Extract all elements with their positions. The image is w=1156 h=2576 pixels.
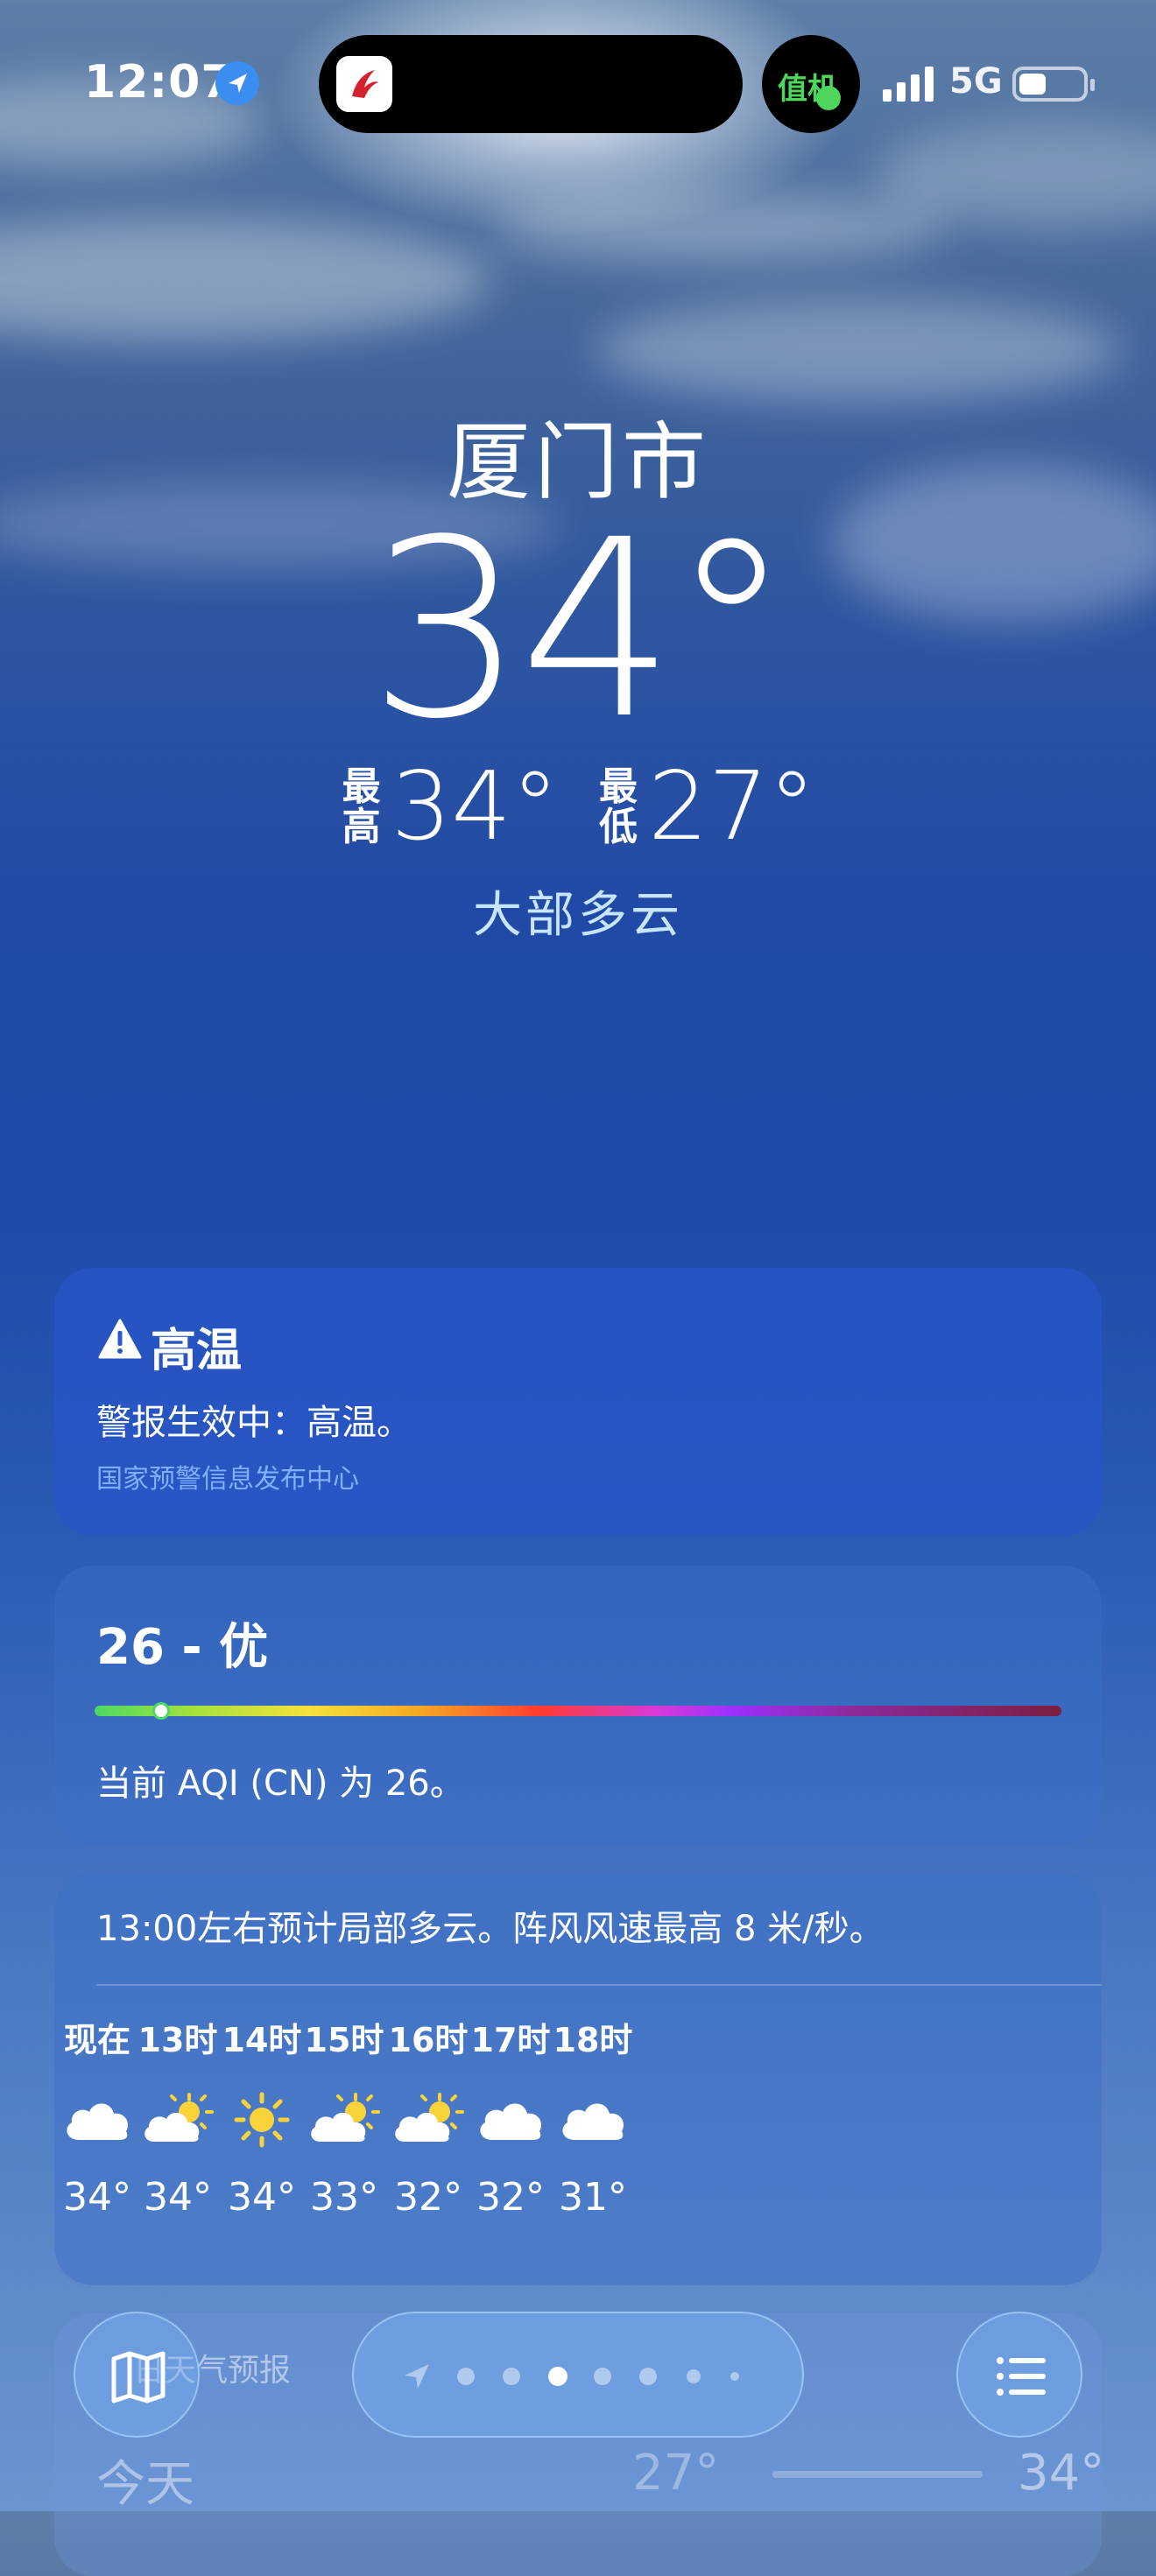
page-dot[interactable]	[594, 2368, 611, 2385]
high-temp-label: 最高	[342, 764, 381, 849]
aqi-value: 26 - 优	[96, 1619, 269, 1676]
alert-source-link[interactable]: 国家预警信息发布中心	[96, 1457, 359, 1496]
battery-icon	[1012, 67, 1095, 102]
page-dot-active[interactable]	[548, 2367, 567, 2386]
status-time: 12:07	[84, 56, 234, 109]
map-icon	[111, 2351, 166, 2404]
page-dot[interactable]	[730, 2372, 739, 2381]
city-list-button[interactable]	[956, 2312, 1082, 2438]
cellular-signal-icon	[883, 67, 934, 102]
low-temp-value: 27°	[648, 752, 816, 862]
aqi-description: 当前 AQI (CN) 为 26。	[96, 1763, 465, 1804]
hour-column: 18时 31°	[527, 2014, 659, 2224]
page-dot[interactable]	[503, 2368, 520, 2385]
hourly-divider	[96, 1984, 1102, 1986]
low-temp-group: 最低 27°	[597, 760, 815, 855]
warning-triangle-icon	[98, 1319, 142, 1359]
daily-today-high: 34°	[1018, 2445, 1105, 2502]
hourly-summary: 13:00左右预计局部多云。阵风风速最高 8 米/秒。	[96, 1909, 885, 1949]
network-type: 5G	[949, 61, 1003, 102]
page-dot[interactable]	[457, 2368, 475, 2385]
daily-today-label: 今天	[96, 2456, 194, 2513]
cloud-icon	[527, 2066, 659, 2171]
current-temperature: 34°	[368, 488, 793, 773]
page-dot[interactable]	[639, 2368, 657, 2385]
aqi-scale-bar	[95, 1702, 1061, 1720]
hour-label: 18时	[553, 2021, 633, 2059]
shield-check-icon	[816, 86, 841, 110]
low-temp-label: 最低	[599, 764, 638, 849]
dynamic-island[interactable]	[319, 35, 743, 133]
aqi-indicator-dot	[152, 1702, 170, 1720]
page-dot[interactable]	[687, 2369, 701, 2383]
location-arrow-icon	[215, 61, 259, 105]
airline-app-icon	[336, 56, 392, 112]
weather-alert-card[interactable]: 高温 警报生效中：高温。 国家预警信息发布中心	[54, 1268, 1102, 1536]
high-temp-value: 34°	[391, 752, 559, 862]
hourly-forecast-card[interactable]: 13:00左右预计局部多云。阵风风速最高 8 米/秒。 现在 34° 13时 34° 1…	[54, 1874, 1102, 2285]
high-low-temperature: 最高 34° 最低 27°	[0, 760, 1156, 855]
daily-today-low: 27°	[632, 2445, 720, 2502]
daily-temp-range-bar	[772, 2471, 983, 2478]
weather-condition: 大部多云	[473, 887, 683, 944]
list-icon	[997, 2357, 1046, 2396]
location-page-icon[interactable]	[401, 2361, 433, 2392]
air-quality-card[interactable]: 26 - 优 当前 AQI (CN) 为 26。	[54, 1566, 1102, 1846]
page-indicator[interactable]	[352, 2312, 804, 2438]
alert-body: 警报生效中：高温。	[96, 1403, 412, 1443]
map-button[interactable]	[74, 2312, 200, 2438]
high-temp-group: 最高 34°	[341, 760, 559, 855]
hour-temp: 31°	[559, 2175, 627, 2220]
alert-title: 高温	[151, 1325, 243, 1377]
checkin-live-activity[interactable]: 值机	[762, 35, 860, 133]
status-bar: 12:07 值机 5G	[0, 0, 1156, 175]
